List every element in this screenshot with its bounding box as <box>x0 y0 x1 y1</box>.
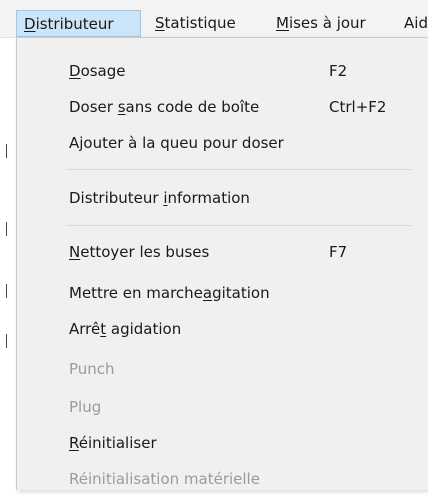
menu-label-part: éinitialiser <box>78 434 157 452</box>
menu-mnemonic: S <box>155 14 165 32</box>
menu-mnemonic: M <box>276 14 289 32</box>
distributeur-dropdown-menu: Dosage F2 Doser sans code de boîte Ctrl+… <box>16 37 428 490</box>
menu-mises-a-jour[interactable]: Mises à jour <box>276 10 366 37</box>
menu-distributeur[interactable]: Distributeur <box>16 10 141 37</box>
menu-item-distributeur-information[interactable]: Distributeur information <box>17 180 428 216</box>
menu-label-part: nformation <box>167 189 250 207</box>
menu-item-label: Arrêt agidation <box>69 311 181 347</box>
menu-mnemonic: a <box>202 284 213 302</box>
menu-label-part: osage <box>80 62 126 80</box>
menu-label-part: ans code de boîte <box>125 98 260 116</box>
menu-item-label: Mettre en marcheagitation <box>69 275 270 311</box>
menu-statistique[interactable]: Statistique <box>155 10 236 37</box>
background-control-edge <box>6 284 11 298</box>
menu-aide[interactable]: Aid <box>404 10 428 37</box>
menu-item-punch: Punch <box>17 351 428 387</box>
menu-item-label: Punch <box>69 351 115 387</box>
menu-item-label: Distributeur information <box>69 180 250 216</box>
menu-item-doser-sans-code[interactable]: Doser sans code de boîte Ctrl+F2 <box>17 89 428 125</box>
menu-item-shortcut: F2 <box>329 62 348 80</box>
menu-label-part: istributeur <box>35 15 114 33</box>
background-control-edge <box>6 334 11 348</box>
menu-label-part: Mettre en marche <box>69 284 203 302</box>
menu-item-reinitialiser[interactable]: Réinitialiser <box>17 425 428 461</box>
menu-label-part: Plug <box>69 398 102 416</box>
menu-item-arret-agitation[interactable]: Arrêt agidation <box>17 311 428 347</box>
menu-separator <box>67 169 412 170</box>
background-control-edge <box>6 222 11 236</box>
menu-item-label: Dosage <box>69 53 126 89</box>
menu-mnemonic: N <box>69 243 81 261</box>
menu-label-part: Distributeur <box>69 189 164 207</box>
menu-label-part: d <box>418 14 428 32</box>
background-control-edge <box>6 144 11 158</box>
menu-item-label: Nettoyer les buses <box>69 234 209 270</box>
menu-bar: Distributeur Statistique Mises à jour Ai… <box>0 0 428 38</box>
menu-label-part: Arrê <box>69 320 101 338</box>
menu-mnemonic: R <box>69 434 79 452</box>
menu-item-label: Réinitialisation matérielle <box>69 461 260 497</box>
menu-label-part: Punch <box>69 360 115 378</box>
menu-label-part: agidation <box>106 320 182 338</box>
menu-item-reinitialisation-materielle: Réinitialisation matérielle <box>17 461 428 497</box>
menu-item-plug: Plug <box>17 389 428 425</box>
menu-label-part: Ai <box>404 14 419 32</box>
menu-item-shortcut: F7 <box>329 243 348 261</box>
menu-item-shortcut: Ctrl+F2 <box>329 98 387 116</box>
menu-mnemonic: s <box>117 98 126 116</box>
menu-label-part: gitation <box>212 284 270 302</box>
menu-label-part: Doser <box>69 98 118 116</box>
menu-item-label: Réinitialiser <box>69 425 157 461</box>
menu-label-part: Réinitialisation matérielle <box>69 470 260 488</box>
menu-item-dosage[interactable]: Dosage F2 <box>17 53 428 89</box>
menu-label-part: ises à jour <box>288 14 366 32</box>
menu-label-part: Ajouter à la queu pour doser <box>69 134 284 152</box>
menu-item-label: Ajouter à la queu pour doser <box>69 125 284 161</box>
menu-item-mettre-en-marche-agitation[interactable]: Mettre en marcheagitation <box>17 275 428 311</box>
menu-item-label: Plug <box>69 389 101 425</box>
background-window-edge <box>0 38 12 490</box>
menu-mnemonic: D <box>24 15 36 33</box>
menu-item-nettoyer-buses[interactable]: Nettoyer les buses F7 <box>17 234 428 270</box>
menu-separator <box>67 225 412 226</box>
menu-label-part: ettoyer les buses <box>80 243 210 261</box>
menu-item-ajouter-queue[interactable]: Ajouter à la queu pour doser <box>17 125 428 161</box>
menu-item-label: Doser sans code de boîte <box>69 89 259 125</box>
menu-mnemonic: D <box>69 62 81 80</box>
menu-label-part: tatistique <box>164 14 236 32</box>
